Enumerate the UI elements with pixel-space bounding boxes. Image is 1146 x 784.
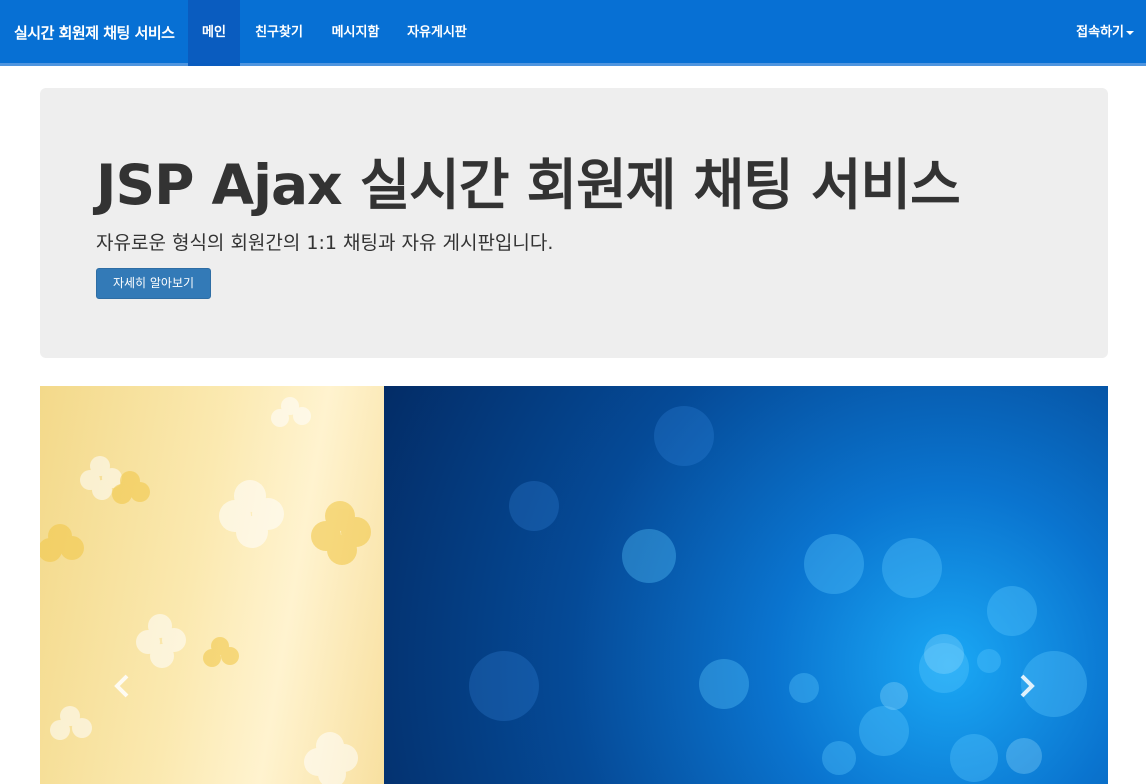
bokeh-image	[469, 406, 1087, 782]
page-subtitle: 자유로운 형식의 회원간의 1:1 채팅과 자유 게시판입니다.	[96, 232, 554, 254]
learn-more-button[interactable]: 자세히 알아보기	[96, 268, 211, 299]
flower-pattern-image	[40, 397, 371, 784]
brand-link[interactable]: 실시간 회원제 채팅 서비스	[14, 0, 175, 66]
chevron-right-icon	[1020, 674, 1035, 698]
nav-item-board[interactable]: 자유게시판	[393, 0, 481, 66]
page-title: JSP Ajax 실시간 회원제 채팅 서비스	[96, 153, 961, 217]
caret-down-icon	[1126, 30, 1134, 35]
nav-item-find-friends[interactable]: 친구찾기	[240, 0, 318, 66]
carousel-slide-flowers	[40, 386, 384, 784]
chevron-left-icon	[114, 674, 129, 698]
carousel-slide-bokeh	[384, 386, 1108, 784]
connect-dropdown-label: 접속하기	[1076, 25, 1124, 40]
nav-item-main[interactable]: 메인	[188, 0, 240, 66]
carousel-next-button[interactable]	[1006, 666, 1046, 706]
image-carousel	[40, 386, 1108, 784]
navbar: 실시간 회원제 채팅 서비스 메인 친구찾기 메시지함 자유게시판 접속하기	[0, 0, 1146, 66]
carousel-prev-button[interactable]	[103, 666, 143, 706]
jumbotron: JSP Ajax 실시간 회원제 채팅 서비스 자유로운 형식의 회원간의 1:…	[40, 88, 1108, 358]
nav-item-messages[interactable]: 메시지함	[318, 0, 393, 66]
connect-dropdown[interactable]: 접속하기	[1076, 0, 1134, 66]
